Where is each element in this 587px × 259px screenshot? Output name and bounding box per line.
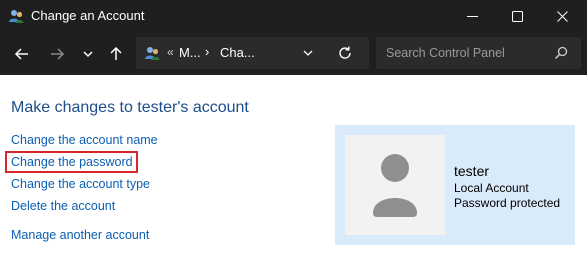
recent-locations-button[interactable]: [74, 40, 102, 68]
forward-button[interactable]: [43, 40, 71, 68]
minimize-icon: [467, 16, 478, 17]
window-title: Change an Account: [31, 8, 145, 23]
title-bar: Change an Account: [0, 0, 587, 33]
highlight-box: [5, 151, 138, 173]
refresh-icon[interactable]: [336, 44, 354, 62]
change-account-window: Change an Account « M... › Cha... Search…: [0, 0, 587, 259]
breadcrumb-overflow[interactable]: «: [167, 45, 174, 59]
main-content: Make changes to tester's account Change …: [0, 75, 587, 259]
delete-account-link[interactable]: Delete the account: [11, 199, 115, 213]
user-avatar-icon: [373, 154, 417, 217]
page-title: Make changes to tester's account: [11, 99, 249, 116]
chevron-down-icon: [83, 51, 93, 58]
search-icon[interactable]: [554, 46, 568, 60]
breadcrumb-item-current[interactable]: Cha...: [220, 45, 255, 60]
minimize-button[interactable]: [450, 0, 495, 33]
arrow-up-icon: [110, 46, 122, 60]
arrow-left-icon: [14, 48, 28, 60]
account-type: Local Account: [454, 181, 529, 195]
breadcrumb-separator[interactable]: ›: [205, 44, 209, 59]
up-button[interactable]: [102, 40, 130, 68]
navigation-toolbar: « M... › Cha... Search Control Panel: [0, 33, 587, 75]
users-icon: [8, 8, 25, 25]
change-account-name-link[interactable]: Change the account name: [11, 133, 158, 147]
search-placeholder: Search Control Panel: [386, 46, 505, 60]
avatar: [345, 135, 445, 235]
close-button[interactable]: [540, 0, 585, 33]
search-input[interactable]: Search Control Panel: [376, 37, 581, 69]
close-icon: [557, 11, 568, 22]
user-account-card: tester Local Account Password protected: [335, 125, 575, 245]
maximize-icon: [512, 11, 523, 22]
address-bar[interactable]: « M... › Cha...: [136, 37, 369, 69]
chevron-down-icon[interactable]: [301, 46, 315, 60]
arrow-right-icon: [51, 48, 65, 60]
back-button[interactable]: [8, 40, 36, 68]
breadcrumb-item[interactable]: M...: [179, 45, 201, 60]
users-icon: [144, 45, 161, 62]
change-account-type-link[interactable]: Change the account type: [11, 177, 150, 191]
password-status: Password protected: [454, 196, 561, 210]
maximize-button[interactable]: [495, 0, 540, 33]
manage-another-account-link[interactable]: Manage another account: [11, 228, 149, 242]
user-name: tester: [454, 163, 490, 179]
